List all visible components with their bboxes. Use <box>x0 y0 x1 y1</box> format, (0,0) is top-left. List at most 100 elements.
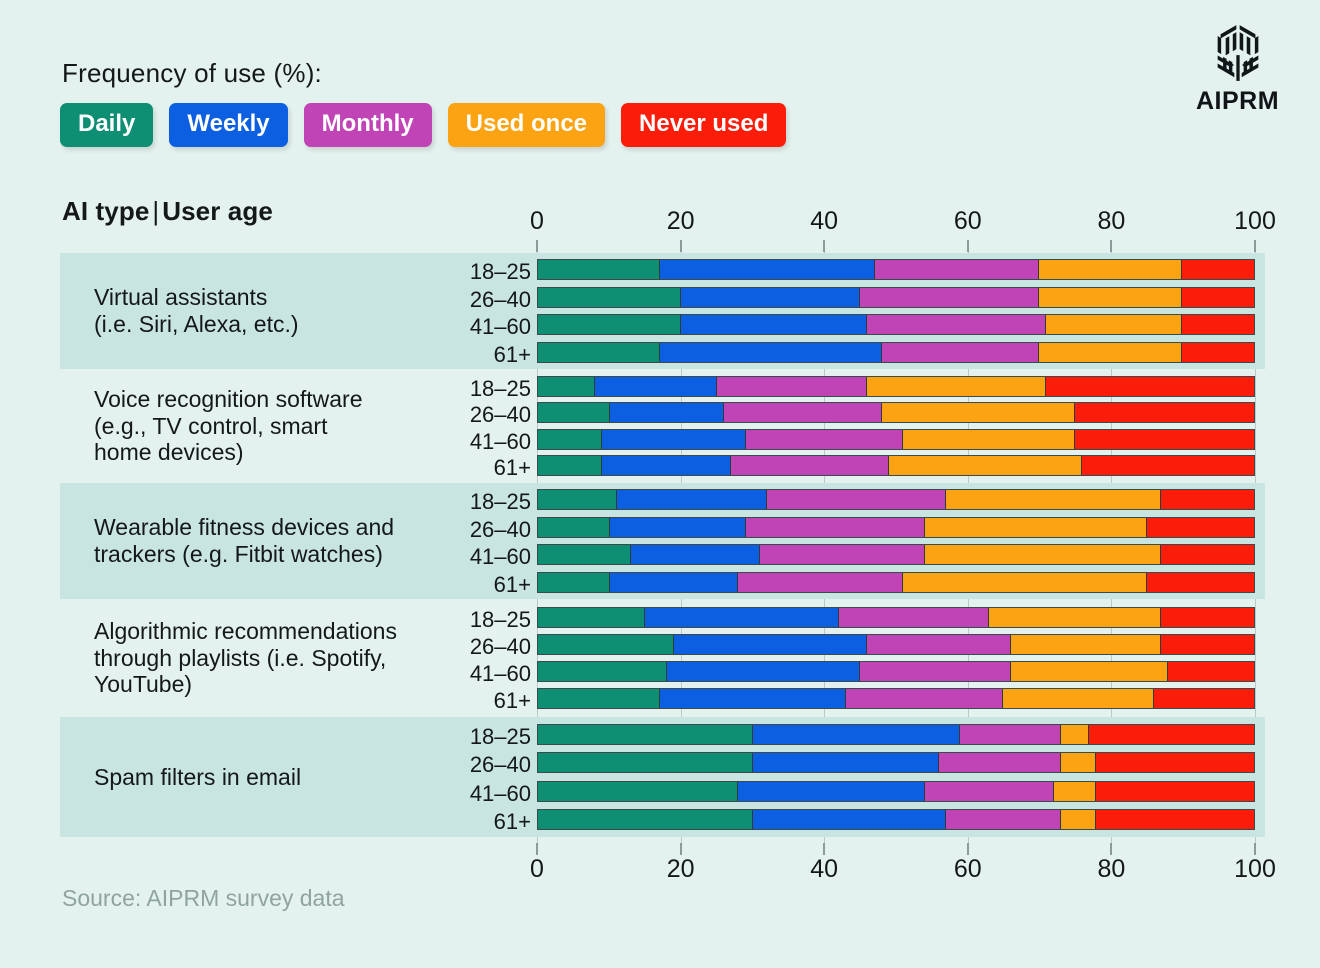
bar-segment-daily <box>538 315 682 335</box>
x-tick-label-80: 80 <box>1097 855 1126 883</box>
age-group-label: 26–40 <box>469 286 531 312</box>
bar-segment-used-once <box>1039 342 1183 362</box>
bar-segment-weekly <box>752 725 961 745</box>
category-label-line: home devices) <box>94 439 244 466</box>
bar-segment-monthly <box>946 809 1061 829</box>
bar-segment-daily <box>538 342 660 362</box>
age-group-label: 41–60 <box>469 544 531 570</box>
bar-segment-monthly <box>838 608 990 627</box>
category-label-line: Voice recognition software <box>94 385 363 412</box>
bar-segment-used-once <box>867 377 1047 397</box>
stacked-bar <box>537 376 1255 398</box>
header-divider: | <box>152 196 160 226</box>
category-label-line: Virtual assistants <box>94 284 268 311</box>
stacked-bar <box>537 607 1255 628</box>
stacked-bar <box>537 780 1255 802</box>
legend-chip-weekly[interactable]: Weekly <box>169 103 288 147</box>
category-label-line: Wearable fitness devices and <box>94 514 395 541</box>
category-label: Algorithmic recommendations through playl… <box>94 618 397 699</box>
bar-segment-daily <box>538 429 603 449</box>
age-group-label: 26–40 <box>469 752 531 778</box>
stacked-bar <box>537 688 1255 709</box>
category-label: Virtual assistants (i.e. Siri, Alexa, etc… <box>94 284 299 338</box>
age-group-label: 18–25 <box>469 724 531 750</box>
stacked-bar <box>537 286 1255 308</box>
bar-segment-monthly <box>867 635 1011 654</box>
bar-segment-monthly <box>860 662 1011 681</box>
x-tick-label-100: 100 <box>1234 207 1276 235</box>
bar-segment-monthly <box>759 545 925 565</box>
bar-segment-never-used <box>1160 608 1254 627</box>
stacked-bar <box>537 571 1255 593</box>
stacked-bar <box>537 724 1255 746</box>
bar-segment-daily <box>538 689 660 708</box>
age-group-label: 26–40 <box>469 516 531 542</box>
age-group-label: 41–60 <box>469 314 531 340</box>
header-ai-type: AI type <box>62 196 150 226</box>
legend-chip-daily[interactable]: Daily <box>60 103 154 147</box>
bar-segment-used-once <box>989 608 1161 627</box>
x-tick-label-20: 20 <box>666 207 695 235</box>
stacked-bar <box>537 489 1255 511</box>
stacked-bar <box>537 752 1255 774</box>
bar-segment-used-once <box>1010 662 1169 681</box>
x-tick-mark-60 <box>966 843 969 855</box>
age-group-label: 61+ <box>493 341 531 367</box>
legend: Frequency of use (%): Daily Weekly Monthly… <box>60 58 787 147</box>
category-label-cell: Wearable fitness devices and trackers (e.… <box>60 483 424 599</box>
x-tick-mark-100 <box>1254 240 1256 252</box>
bar-segment-weekly <box>602 455 732 475</box>
bar-segment-daily <box>538 517 610 537</box>
bar-segment-used-once <box>1010 635 1161 654</box>
bar-segment-never-used <box>1096 753 1254 773</box>
bar-segment-used-once <box>946 490 1161 510</box>
bar-segment-never-used <box>1074 429 1254 449</box>
bar-segment-used-once <box>881 403 1075 423</box>
bar-segment-never-used <box>1146 572 1254 592</box>
legend-chip-monthly[interactable]: Monthly <box>303 103 432 147</box>
x-tick-mark-20 <box>679 843 682 855</box>
stacked-bar <box>537 544 1255 566</box>
age-group-label: 26–40 <box>469 402 531 428</box>
bar-segment-weekly <box>674 635 868 654</box>
stacked-bar <box>537 314 1255 336</box>
bar-segment-used-once <box>1039 260 1183 280</box>
x-tick-label-0: 0 <box>530 207 544 235</box>
category-label-line: through playlists (i.e. Spotify, <box>94 644 387 671</box>
x-axis-bottom: 0 20 40 60 80 100 <box>0 855 1320 883</box>
stacked-bar <box>537 259 1255 281</box>
x-tick-label-40: 40 <box>810 855 839 883</box>
bar-segment-never-used <box>1096 781 1254 801</box>
x-tick-mark-80 <box>1110 240 1113 252</box>
bar-segment-weekly <box>631 545 760 565</box>
category-label-cell: Voice recognition software (e.g., TV cont… <box>60 371 424 481</box>
bar-segment-daily <box>538 662 667 681</box>
x-tick-mark-20 <box>679 240 682 252</box>
bar-segment-daily <box>538 572 610 592</box>
bar-segment-never-used <box>1182 315 1254 335</box>
stacked-bar <box>537 428 1255 450</box>
bar-segment-used-once <box>888 455 1083 475</box>
age-group-label: 41–60 <box>469 661 531 686</box>
category-label-line: Spam filters in email <box>94 763 302 790</box>
stacked-bar <box>537 454 1255 476</box>
bar-segment-monthly <box>860 287 1040 307</box>
age-group-label: 61+ <box>493 808 531 834</box>
category-label: Wearable fitness devices and trackers (e.… <box>94 514 394 568</box>
x-tick-label-60: 60 <box>953 207 982 235</box>
bar-segment-monthly <box>745 517 925 537</box>
age-group-label: 26–40 <box>469 634 531 659</box>
category-label-cell: Algorithmic recommendations through playl… <box>60 601 424 715</box>
x-tick-label-20: 20 <box>666 855 695 883</box>
legend-chip-never-used[interactable]: Never used <box>621 103 787 147</box>
bar-segment-weekly <box>609 572 739 592</box>
bar-segment-monthly <box>924 781 1054 801</box>
stacked-bar <box>537 661 1255 682</box>
legend-chip-used-once[interactable]: Used once <box>447 103 606 147</box>
category-label-line: (i.e. Siri, Alexa, etc.) <box>94 311 299 337</box>
age-group-label: 41–60 <box>469 428 531 454</box>
x-tick-label-40: 40 <box>810 207 839 235</box>
age-group-label: 61+ <box>493 571 531 597</box>
x-tick-label-60: 60 <box>953 855 982 883</box>
bar-segment-weekly <box>659 689 846 708</box>
